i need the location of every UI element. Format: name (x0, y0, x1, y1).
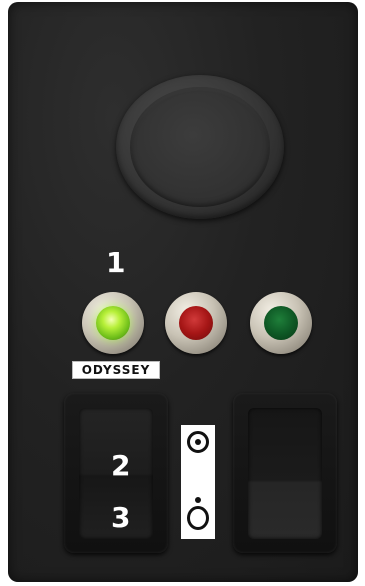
right-rocker-switch[interactable] (233, 393, 337, 553)
dark-green-lamp-lens (264, 306, 298, 340)
label-1: 1 (106, 246, 126, 279)
dark-green-indicator-lamp (250, 292, 312, 354)
on-off-symbol-strip (181, 425, 215, 539)
large-round-button[interactable] (116, 75, 284, 219)
green-indicator-lamp (82, 292, 144, 354)
green-lamp-lens (96, 306, 130, 340)
red-indicator-lamp (165, 292, 227, 354)
left-rocker-paddle[interactable]: 2 3 (79, 408, 153, 539)
red-lamp-lens (179, 306, 213, 340)
label-2: 2 (111, 449, 131, 482)
control-panel: 1 ODYSSEY 2 3 (8, 2, 358, 582)
off-symbol-icon (187, 506, 209, 530)
right-rocker-paddle[interactable] (248, 408, 322, 539)
left-rocker-switch[interactable]: 2 3 (64, 393, 168, 553)
large-round-button-cap[interactable] (130, 87, 270, 207)
off-symbol-dot-icon (195, 497, 201, 503)
label-3: 3 (111, 501, 131, 534)
odyssey-label: ODYSSEY (72, 361, 160, 379)
on-symbol-icon (187, 431, 209, 453)
